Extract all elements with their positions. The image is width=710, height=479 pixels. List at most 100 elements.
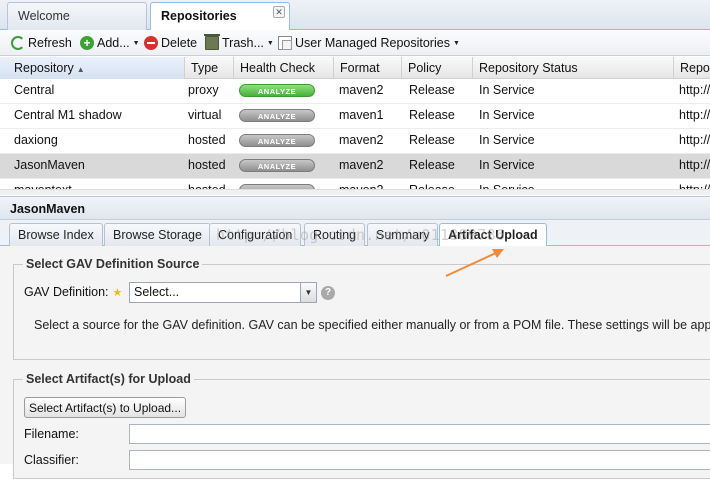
refresh-icon [11,36,25,50]
cell-repository: Central [14,83,55,97]
tab-browse-index[interactable]: Browse Index [9,223,103,246]
artifact-upload-fieldset: Select Artifact(s) for Upload Select Art… [13,372,710,479]
repository-grid-body: Central proxy ANALYZE maven2 Release In … [0,79,710,189]
column-header-repository-path[interactable]: Repos [673,57,710,79]
column-header-label: Repos [680,61,710,75]
table-row[interactable]: Central proxy ANALYZE maven2 Release In … [0,79,710,104]
gav-definition-fieldset: Select GAV Definition Source GAV Definit… [13,257,710,360]
table-row[interactable]: Central M1 shadow virtual ANALYZE maven1… [0,104,710,129]
cell-repository-path[interactable]: http://l [673,129,710,154]
column-header-repository-status[interactable]: Repository Status [472,57,673,79]
table-row[interactable]: maventext hosted ANALYZE maven2 Release … [0,179,710,189]
column-header-label: Type [191,61,219,75]
cell-health-check: ANALYZE [233,154,333,179]
cell-repository-path[interactable]: http://l [673,104,710,129]
column-header-type[interactable]: Type [184,57,233,79]
grid-horizontal-scrollbar[interactable] [0,189,710,195]
column-header-label: Policy [408,61,442,75]
select-artifacts-button[interactable]: Select Artifact(s) to Upload... [24,397,187,418]
artifact-upload-panel: Select GAV Definition Source GAV Definit… [0,246,710,479]
cell-health-check: ANALYZE [233,104,333,129]
cell-format: maven1 [339,108,384,122]
refresh-label: Refresh [28,36,72,50]
cell-repository-path[interactable]: http://l [673,179,710,189]
trash-label: Trash... [222,36,264,50]
cell-status: In Service [479,108,535,122]
cell-repository: daxiong [14,133,58,147]
cell-policy: Release [409,158,455,172]
cell-format: maven2 [339,83,384,97]
cell-type: hosted [188,158,226,172]
cell-type: hosted [182,179,233,189]
add-button[interactable]: + Add... ▼ [80,34,140,52]
classifier-input[interactable] [129,450,710,470]
user-managed-repositories-button[interactable]: User Managed Repositories ▼ [278,34,460,52]
chevron-down-icon: ▼ [132,39,140,47]
analyze-button[interactable]: ANALYZE [239,109,315,122]
chevron-down-icon[interactable]: ▼ [300,283,316,302]
repository-icon [278,36,292,50]
cell-health-check: ANALYZE [233,79,333,104]
detail-panel-title: JasonMaven [0,196,710,220]
tab-repositories[interactable]: Repositories ✕ [150,2,290,31]
column-header-repository[interactable]: Repository ▲ [0,57,184,79]
analyze-button[interactable]: ANALYZE [239,84,315,97]
tab-welcome-label: Welcome [18,9,70,23]
cell-policy: Release [409,108,455,122]
help-icon[interactable]: ? [321,286,335,300]
close-icon[interactable]: ✕ [273,6,285,18]
cell-policy: Release [403,179,472,189]
delete-icon [144,36,158,50]
cell-format: maven2 [339,133,384,147]
required-star-icon: ★ [112,287,123,299]
delete-label: Delete [161,36,198,50]
gav-definition-select-value: Select... [134,285,180,299]
trash-icon [204,34,220,50]
tab-welcome[interactable]: Welcome [7,2,147,30]
gav-definition-select[interactable]: Select... ▼ [129,282,317,303]
cell-repository: Central M1 shadow [14,108,122,122]
column-header-label: Format [340,61,380,75]
add-label: Add... [97,36,130,50]
cell-status: In Service [479,83,535,97]
chevron-down-icon: ▼ [266,39,274,47]
column-header-label: Repository [14,61,74,75]
cell-health-check: ANALYZE [233,179,333,189]
gav-info-text: Select a source for the GAV definition. … [34,318,710,332]
column-header-format[interactable]: Format [333,57,401,79]
chevron-down-icon: ▼ [452,39,460,47]
table-row[interactable]: daxiong hosted ANALYZE maven2 Release In… [0,129,710,154]
cell-repository-path[interactable]: http://l [673,79,710,104]
analyze-button[interactable]: ANALYZE [239,134,315,147]
cell-health-check: ANALYZE [233,129,333,154]
column-header-policy[interactable]: Policy [401,57,472,79]
classifier-label: Classifier: [24,453,79,467]
add-icon: + [80,36,94,50]
delete-button[interactable]: Delete [144,34,197,52]
repositories-toolbar: Refresh + Add... ▼ Delete Trash... ▼ Use… [0,30,710,56]
cell-repository: maventext [8,179,184,189]
column-header-health-check[interactable]: Health Check [233,57,333,79]
trash-button[interactable]: Trash... ▼ [204,34,274,52]
cell-status: In Service [473,179,673,189]
cell-type: virtual [188,108,222,122]
column-header-label: Repository Status [479,61,578,75]
gav-definition-label-text: GAV Definition: [24,285,109,299]
cell-policy: Release [409,133,455,147]
repository-grid-header: Repository ▲ Type Health Check Format Pol… [0,57,710,79]
tab-repositories-label: Repositories [161,9,237,23]
cell-status: In Service [479,158,535,172]
gav-definition-label: GAV Definition: ★ [24,285,122,299]
cell-type: hosted [188,133,226,147]
cell-format: maven2 [333,179,401,189]
cell-type: proxy [188,83,219,97]
user-managed-label: User Managed Repositories [295,36,450,50]
analyze-button[interactable]: ANALYZE [239,159,315,172]
refresh-button[interactable]: Refresh [11,34,72,52]
table-row-selected[interactable]: JasonMaven hosted ANALYZE maven2 Release… [0,154,710,179]
filename-label: Filename: [24,427,79,441]
tab-browse-storage[interactable]: Browse Storage [104,223,211,246]
filename-input[interactable] [129,424,710,444]
cell-repository-path[interactable]: http://l [673,154,710,179]
top-tab-bar: Welcome Repositories ✕ [0,0,710,31]
